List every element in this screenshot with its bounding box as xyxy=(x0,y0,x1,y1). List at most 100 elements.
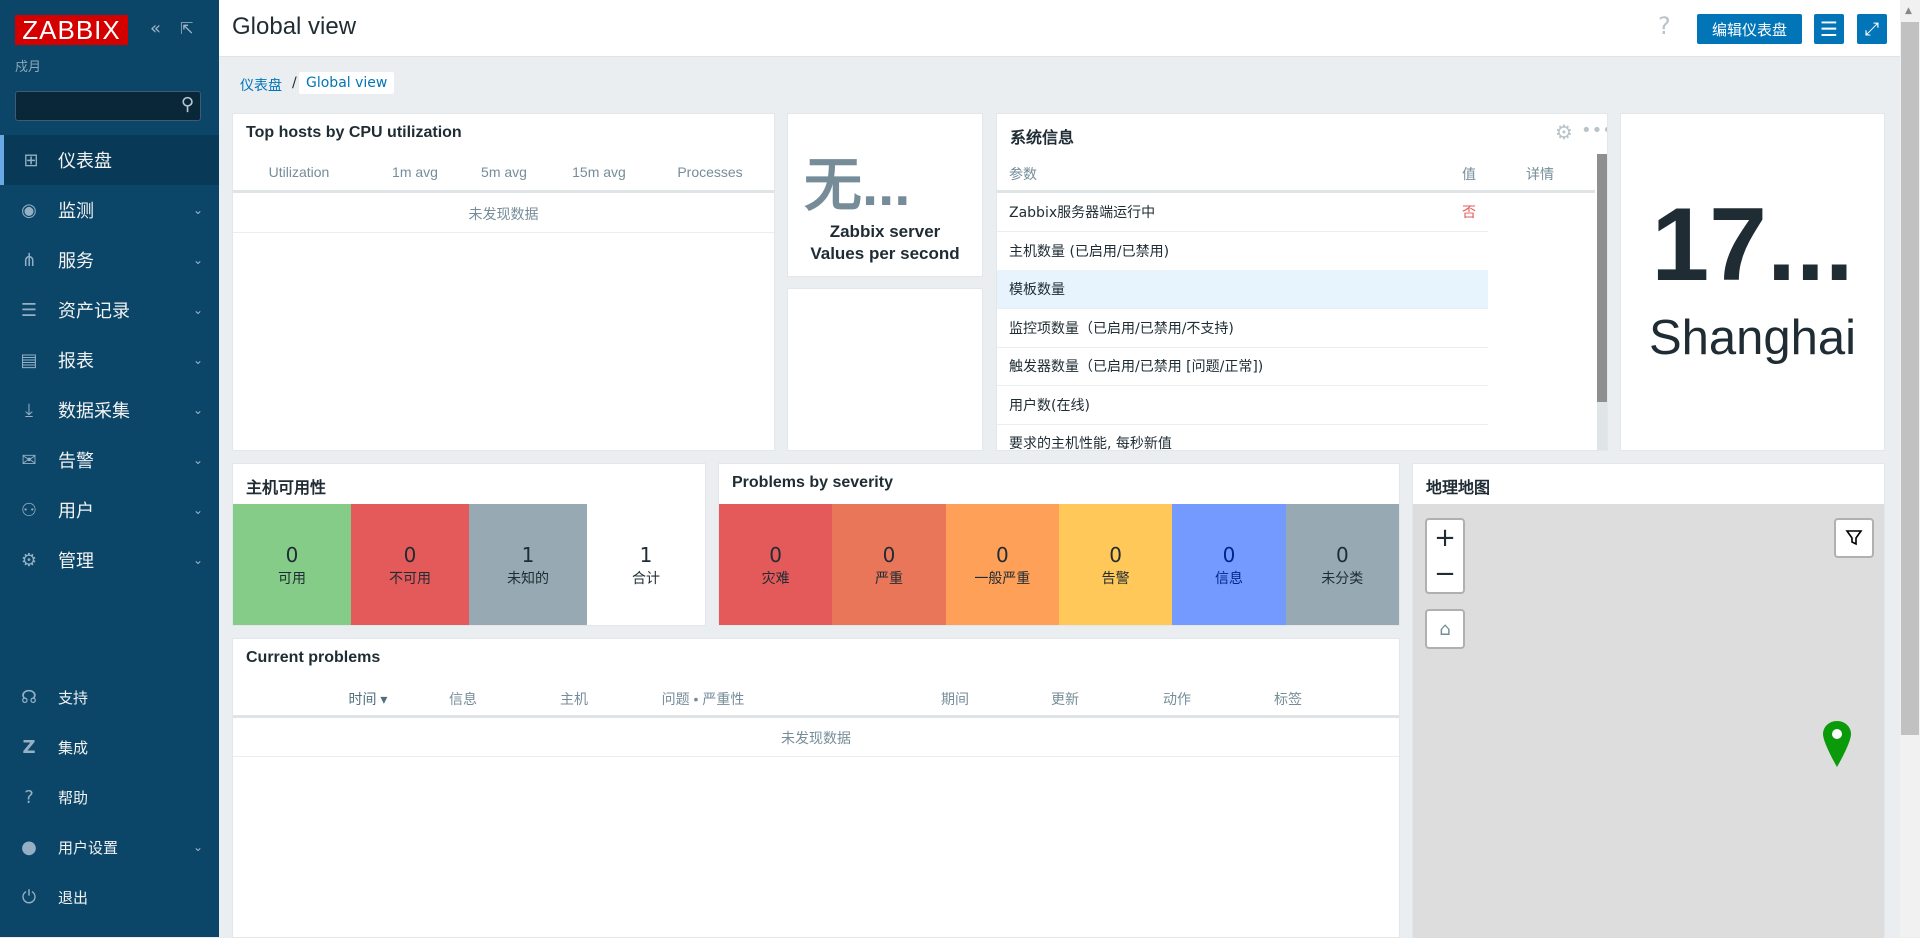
widget-title: 地理地图 xyxy=(1426,480,1491,497)
column-header: 15m avg xyxy=(572,164,626,180)
column-header: 更新 xyxy=(1051,691,1079,707)
edit-dashboard-button[interactable]: 编辑仪表盘 xyxy=(1697,14,1802,44)
label: 不可用 xyxy=(389,570,431,587)
sidebar-item-data-collection[interactable]: ⤓ 数据采集 ⌄ xyxy=(0,385,219,435)
param-name: 触发器数量（已启用/已禁用 [问题/正常]) xyxy=(1009,359,1264,375)
sidebar-item-label: 告警 xyxy=(58,451,94,472)
sidebar-item-inventory[interactable]: ☰ 资产记录 ⌄ xyxy=(0,285,219,335)
sidebar-item-sign-out[interactable]: ⏻ 退出 xyxy=(0,872,219,922)
count: 0 xyxy=(882,542,896,567)
severity-cell[interactable]: 0 告警 xyxy=(1058,504,1173,625)
list-icon: ☰ xyxy=(20,299,38,321)
sidebar-item-administration[interactable]: ⚙ 管理 ⌄ xyxy=(0,535,219,585)
sidebar-item-reports[interactable]: ▤ 报表 ⌄ xyxy=(0,335,219,385)
clock-widget: 17... Shanghai xyxy=(1620,113,1885,451)
chevron-down-icon: ⌄ xyxy=(193,503,204,517)
collapse-sidebar-icon[interactable]: « xyxy=(150,18,161,39)
widget-scrollbar[interactable] xyxy=(1597,154,1607,450)
no-data-text: 未发现数据 xyxy=(468,207,539,223)
map-marker-icon[interactable] xyxy=(1822,720,1854,774)
widget-title: Top hosts by CPU utilization xyxy=(246,124,462,141)
chevron-down-icon: ⌄ xyxy=(193,303,204,317)
scroll-up-icon[interactable]: ▲ xyxy=(1905,6,1912,16)
severity-cell[interactable]: 0 信息 xyxy=(1172,504,1286,625)
sidebar-item-dashboard[interactable]: ⊞ 仪表盘 xyxy=(0,135,219,185)
map-canvas[interactable]: + − ⌂ xyxy=(1413,504,1884,938)
chevron-down-icon: ⌄ xyxy=(193,253,204,267)
scrollbar-thumb[interactable] xyxy=(1597,154,1607,402)
home-icon[interactable]: ⌂ xyxy=(1425,609,1465,649)
label: 告警 xyxy=(1101,570,1130,587)
host_avail-cell[interactable]: 1 合计 xyxy=(587,504,705,625)
scrollbar-thumb[interactable] xyxy=(1901,22,1919,735)
sidebar-item-integrations[interactable]: Z 集成 xyxy=(0,722,219,772)
sidebar-item-label: 服务 xyxy=(58,251,94,272)
widget-title: Current problems xyxy=(246,649,381,666)
dashboard-icon: ⊞ xyxy=(23,149,39,171)
severity-cell[interactable]: 0 未分类 xyxy=(1285,504,1399,625)
filter-icon[interactable] xyxy=(1834,518,1874,558)
widget-title: 主机可用性 xyxy=(246,480,327,497)
severity-cell[interactable]: 0 严重 xyxy=(832,504,946,625)
search-icon[interactable]: ⚲ xyxy=(181,94,194,115)
param-name: Zabbix服务器端运行中 xyxy=(1009,205,1156,221)
page-scrollbar[interactable]: ▲ xyxy=(1900,0,1920,937)
sidebar-item-help[interactable]: ? 帮助 xyxy=(0,772,219,822)
download-icon: ⤓ xyxy=(25,399,33,421)
menu-icon[interactable]: ☰ xyxy=(1814,14,1844,44)
column-header: 1m avg xyxy=(392,164,438,180)
sidebar-item-label: 帮助 xyxy=(58,788,89,807)
column-header: 信息 xyxy=(449,691,477,707)
count: 0 xyxy=(769,542,783,567)
sidebar-item-users[interactable]: ⚇ 用户 ⌄ xyxy=(0,485,219,535)
zabbix-logo[interactable]: ZABBIX xyxy=(15,15,128,45)
sidebar-item-support[interactable]: ☊ 支持 xyxy=(0,672,219,722)
help-icon[interactable]: ? xyxy=(1658,12,1671,40)
envelope-icon: ✉ xyxy=(21,449,37,471)
sidebar-item-label: 报表 xyxy=(58,351,94,372)
column-header: 5m avg xyxy=(481,164,527,180)
clock-city: Shanghai xyxy=(1648,311,1857,365)
severity-cell[interactable]: 0 灾难 xyxy=(719,504,833,625)
gear-icon[interactable]: ⚙ xyxy=(1555,120,1573,144)
services-tree-icon: ⋔ xyxy=(21,249,37,271)
more-options-icon[interactable]: ••• xyxy=(1581,120,1607,141)
column-header: 标签 xyxy=(1274,691,1302,707)
host-availability-widget: 主机可用性 0 可用 0 不可用 1 未知的 1 合计 xyxy=(232,463,706,626)
host_avail-cell[interactable]: 1 未知的 xyxy=(469,504,587,625)
label: 严重 xyxy=(874,570,903,587)
sidebar-item-label: 管理 xyxy=(58,551,94,572)
param-name: 要求的主机性能, 每秒新值 xyxy=(1009,436,1172,451)
sidebar-item-alerts[interactable]: ✉ 告警 ⌄ xyxy=(0,435,219,485)
breadcrumb-dashboards[interactable]: 仪表盘 xyxy=(240,75,282,95)
fullscreen-icon[interactable]: ⤢ xyxy=(1857,14,1887,44)
system-info-widget: 系统信息 ⚙ ••• 参数 值 详情 Zabbix服务器端运行中 否主机数量 (已… xyxy=(996,113,1608,451)
severity-cell[interactable]: 0 一般严重 xyxy=(945,504,1059,625)
widget-title: 系统信息 xyxy=(1010,130,1075,147)
current-problems-widget: Current problems 时间 ▾ 信息 主机 问题 • 严重性 期间 … xyxy=(232,638,1400,938)
label: 可用 xyxy=(278,570,306,587)
search-input[interactable]: ⚲ xyxy=(15,91,201,121)
page-title: Global view xyxy=(232,13,357,40)
host_avail-cell[interactable]: 0 可用 xyxy=(233,504,351,625)
host_avail-cell[interactable]: 0 不可用 xyxy=(351,504,469,625)
zabbix-z-icon: Z xyxy=(22,736,36,758)
chevron-down-icon: ⌄ xyxy=(193,453,204,467)
kiosk-mode-icon[interactable]: ⇱ xyxy=(180,19,193,38)
sidebar-item-monitoring[interactable]: ◉ 监测 ⌄ xyxy=(0,185,219,235)
sidebar-item-user-settings[interactable]: ● 用户设置 ⌄ xyxy=(0,822,219,872)
system-info-row: 监控项数量（已启用/已禁用/不支持) xyxy=(997,309,1488,348)
system-info-row: 模板数量 xyxy=(997,270,1488,309)
count: 0 xyxy=(1109,542,1123,567)
gear-icon: ⚙ xyxy=(20,549,38,571)
sidebar-item-label: 数据采集 xyxy=(58,401,130,422)
zoom-in-button[interactable]: + xyxy=(1425,518,1465,556)
count: 0 xyxy=(403,542,417,567)
zoom-out-button[interactable]: − xyxy=(1425,555,1465,594)
breadcrumb-current[interactable]: Global view xyxy=(299,72,395,94)
column-header: 期间 xyxy=(941,691,969,707)
report-icon: ▤ xyxy=(20,349,38,371)
column-header-time[interactable]: 时间 ▾ xyxy=(349,689,388,709)
label: 合计 xyxy=(632,570,660,587)
sidebar-item-services[interactable]: ⋔ 服务 ⌄ xyxy=(0,235,219,285)
